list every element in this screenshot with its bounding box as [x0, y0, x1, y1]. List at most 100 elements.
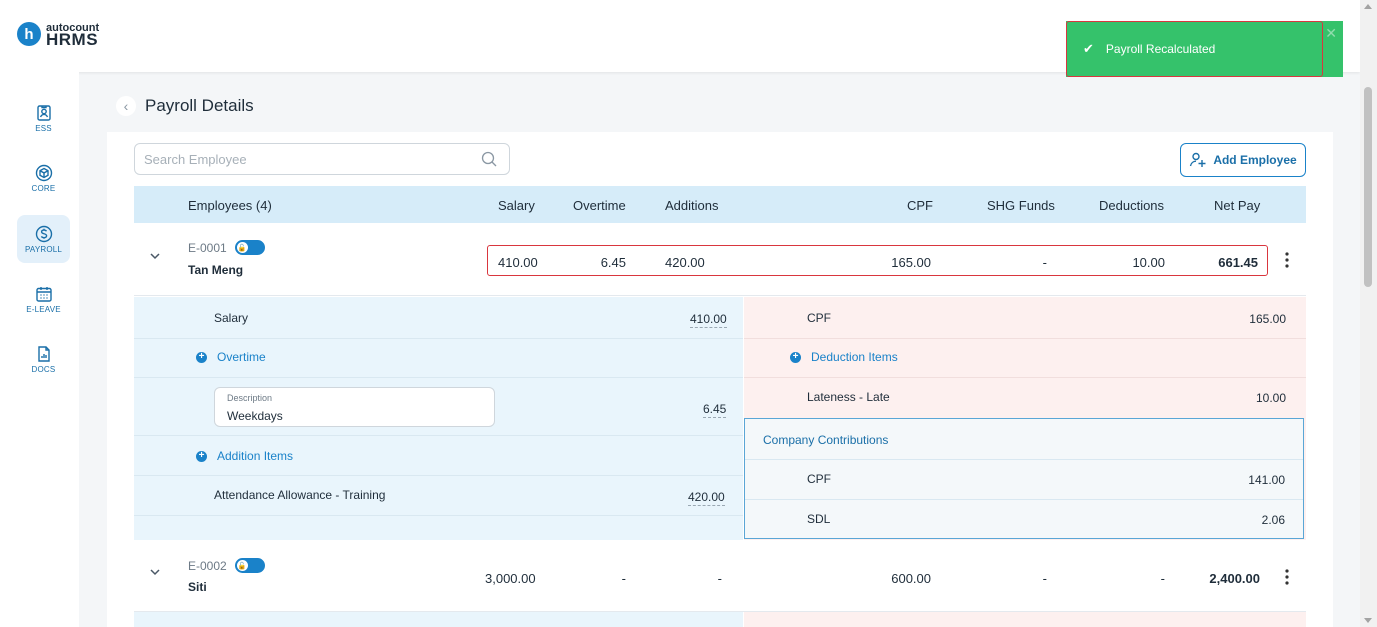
salary-value[interactable]: 410.00 — [690, 312, 727, 328]
sidebar-item-core[interactable]: CORE — [17, 154, 70, 202]
sidebar-item-label: CORE — [31, 183, 56, 193]
header-deductions: Deductions — [1099, 198, 1165, 213]
search-input[interactable] — [135, 144, 455, 174]
chevron-down-icon[interactable] — [149, 250, 161, 262]
sidebar-item-label: E-LEAVE — [26, 304, 61, 314]
cell-salary: 3,000.00 — [485, 571, 536, 586]
chevron-left-icon: ‹ — [123, 98, 129, 114]
divider — [744, 377, 1306, 378]
close-icon[interactable]: ✕ — [1325, 25, 1337, 42]
chevron-down-icon[interactable] — [149, 566, 161, 578]
employee-code-wrap: E-0001 🔓 — [188, 240, 265, 255]
header-net-pay: Net Pay — [1214, 198, 1261, 213]
more-vertical-icon[interactable] — [1280, 250, 1294, 270]
employee-code: E-0002 — [188, 558, 227, 573]
lateness-label: Lateness - Late — [807, 390, 890, 404]
lock-icon: 🔓 — [236, 242, 248, 253]
sidebar-item-ess[interactable]: ESS — [17, 94, 70, 142]
success-toast: ✔ Payroll Recalculated ✕ — [1066, 21, 1343, 77]
overtime-value[interactable]: 6.45 — [703, 402, 727, 418]
plus-circle-icon: + — [196, 351, 207, 363]
divider — [745, 459, 1303, 460]
search-icon[interactable] — [481, 151, 497, 167]
add-addition-item-button[interactable]: + Addition Items — [196, 449, 293, 463]
plus-circle-icon: + — [196, 450, 207, 462]
company-contributions-panel: Company Contributions CPF 141.00 SDL 2.0… — [744, 418, 1304, 539]
company-contributions-title: Company Contributions — [763, 433, 889, 447]
lock-icon: 🔓 — [236, 560, 248, 571]
cell-shg-funds: - — [1042, 571, 1047, 586]
employee-name[interactable]: Tan Meng — [188, 263, 243, 277]
logo-product: HRMS — [46, 30, 99, 49]
sidebar-item-label: DOCS — [31, 364, 56, 374]
sidebar: ESS CORE PAYROLL E-LEAVE DOCS — [0, 72, 79, 627]
sidebar-item-eleave[interactable]: E-LEAVE — [17, 275, 70, 323]
lock-toggle[interactable]: 🔓 — [234, 240, 265, 255]
cell-net-pay: 2,400.00 — [1209, 571, 1260, 586]
addition-item-label: Attendance Allowance - Training — [214, 488, 386, 502]
header-overtime: Overtime — [573, 198, 626, 213]
overtime-label: Overtime — [217, 350, 266, 364]
add-employee-button[interactable]: Add Employee — [1180, 143, 1306, 177]
cell-additions: - — [717, 571, 722, 586]
app-logo[interactable]: h autocount HRMS — [17, 22, 99, 49]
sidebar-item-label: PAYROLL — [24, 244, 63, 254]
table-header: Employees (4) Salary Overtime Additions … — [134, 186, 1306, 223]
earnings-panel-next — [134, 612, 743, 627]
scroll-thumb[interactable] — [1364, 87, 1372, 287]
lateness-value: 10.00 — [1255, 391, 1286, 405]
toast-message-box: ✔ Payroll Recalculated — [1066, 21, 1323, 77]
divider — [134, 435, 743, 436]
cube-icon — [35, 164, 52, 181]
scroll-up-icon[interactable] — [1364, 4, 1372, 9]
document-chart-icon — [37, 345, 50, 362]
sidebar-item-label: ESS — [35, 123, 52, 133]
lock-toggle[interactable]: 🔓 — [234, 558, 265, 573]
calendar-icon — [35, 286, 52, 302]
scrollbar[interactable] — [1360, 0, 1377, 627]
header-additions: Additions — [665, 198, 719, 213]
divider — [134, 377, 743, 378]
sidebar-item-payroll[interactable]: PAYROLL — [17, 215, 70, 263]
description-label: Description — [227, 393, 273, 403]
deduction-items-label: Deduction Items — [811, 350, 898, 364]
recalculated-row-highlight — [487, 245, 1268, 276]
cell-deductions: - — [1160, 571, 1165, 586]
divider — [134, 515, 743, 516]
cpf-value: 165.00 — [1249, 312, 1286, 326]
toast-message: Payroll Recalculated — [1105, 42, 1216, 56]
divider — [744, 338, 1306, 339]
add-deduction-item-button[interactable]: + Deduction Items — [790, 350, 898, 364]
check-icon: ✔ — [1083, 41, 1094, 56]
divider — [134, 475, 743, 476]
add-employee-label: Add Employee — [1213, 153, 1297, 167]
scroll-down-icon[interactable] — [1364, 618, 1372, 623]
sidebar-item-docs[interactable]: DOCS — [17, 335, 70, 383]
description-value: Weekdays — [227, 409, 283, 423]
divider — [134, 338, 743, 339]
plus-circle-icon: + — [790, 351, 801, 363]
add-overtime-button[interactable]: + Overtime — [196, 350, 266, 364]
add-user-icon — [1190, 152, 1206, 167]
company-sdl-value: 2.06 — [1261, 513, 1285, 527]
page-title: Payroll Details — [145, 96, 254, 115]
page-header: ‹ Payroll Details — [116, 96, 254, 116]
overtime-description-field[interactable]: Description Weekdays — [214, 387, 495, 427]
header-employees: Employees (4) — [188, 198, 272, 213]
table-row[interactable]: E-0002 🔓 Siti 3,000.00 - - 600.00 - - 2,… — [134, 540, 1306, 612]
search-box — [134, 143, 510, 175]
employee-name[interactable]: Siti — [188, 580, 207, 594]
addition-item-value[interactable]: 420.00 — [688, 490, 725, 506]
id-badge-icon — [36, 104, 51, 121]
employee-code: E-0001 — [188, 240, 227, 255]
logo-mark: h — [17, 22, 41, 46]
back-button[interactable]: ‹ — [116, 96, 136, 116]
header-shg-funds: SHG Funds — [987, 198, 1055, 213]
header-cpf: CPF — [907, 198, 933, 213]
more-vertical-icon[interactable] — [1280, 567, 1294, 587]
addition-items-label: Addition Items — [217, 449, 294, 463]
employee-code-wrap: E-0002 🔓 — [188, 558, 265, 573]
company-sdl-label: SDL — [807, 512, 831, 526]
cpf-label: CPF — [807, 311, 831, 325]
cell-cpf: 600.00 — [891, 571, 931, 586]
